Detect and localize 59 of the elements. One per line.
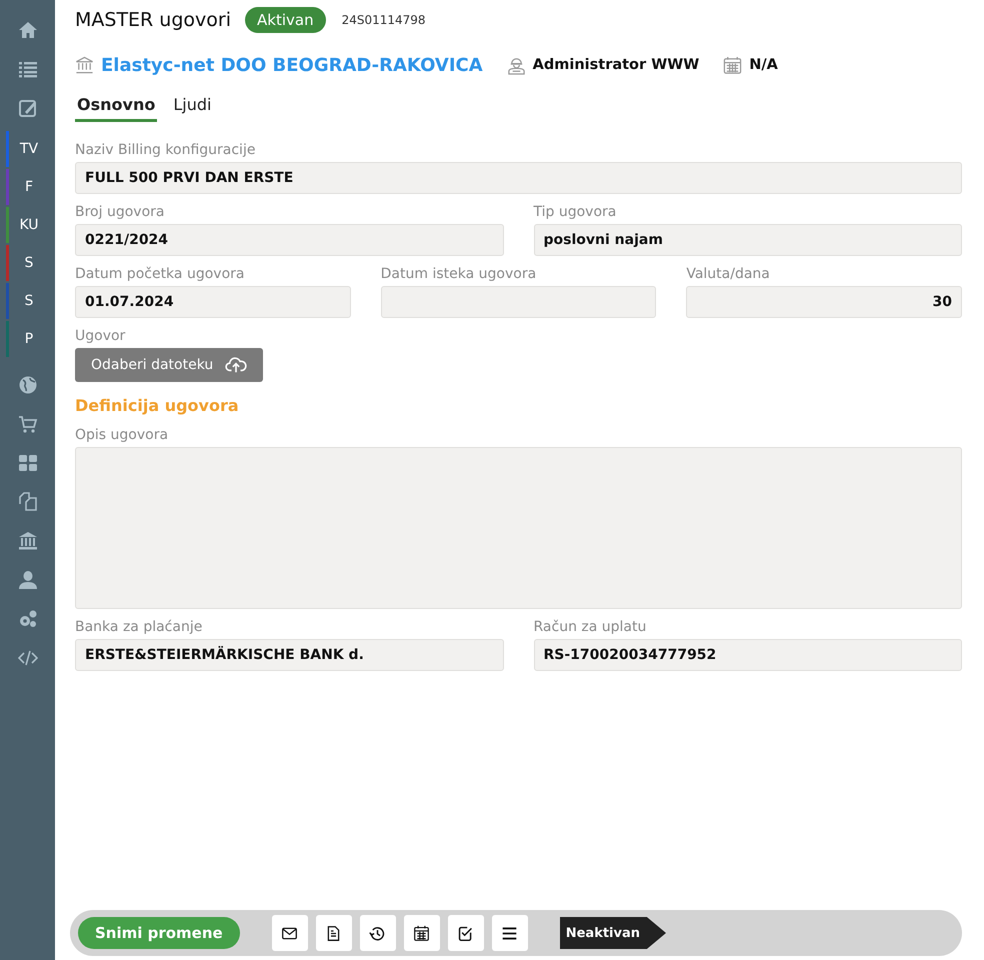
bank-icon[interactable] [18,531,38,551]
input-field[interactable]: 30 [686,286,962,318]
input-field[interactable]: RS-170020034777952 [534,639,962,671]
cloud-upload-icon [225,356,248,374]
contract-code: 24S01114798 [342,13,426,27]
sidebar-item[interactable]: S [9,293,49,309]
list-icon[interactable] [18,59,38,79]
calendar-icon [723,56,742,74]
tab[interactable]: Osnovno [75,90,158,122]
grid-icon[interactable] [18,453,38,473]
sidebar-item[interactable]: KU [9,217,49,233]
cart-icon[interactable] [18,414,38,434]
menu-icon [501,924,518,942]
field-label: Tip ugovora [534,204,618,220]
field-label: Datum početka ugovora [75,266,246,282]
page-title: MASTER ugovori [75,9,231,31]
input-field[interactable]: poslovni najam [534,224,962,256]
upload-button[interactable]: Odaberi datoteku [75,348,264,382]
globe-icon[interactable] [18,375,38,395]
field-label: Opis ugovora [75,427,170,443]
code-icon[interactable] [18,648,38,668]
status-badge: Aktivan [245,7,326,33]
home-icon[interactable] [18,20,38,40]
field-label: Naziv Billing konfiguracije [75,142,256,158]
toolbar-button[interactable] [448,915,484,951]
sidebar-item[interactable]: F [9,179,49,195]
status-tag: Neaktivan [560,917,666,949]
field-label: Ugovor [75,328,126,344]
bank-icon [75,56,94,74]
checkbox-icon [457,924,474,942]
edit-icon[interactable] [18,98,38,118]
input-field[interactable]: ERSTE&STEIERMÄRKISCHE BANK d. [75,639,504,671]
field-label: Datum isteka ugovora [380,266,538,282]
field-label: Valuta/dana [686,266,771,282]
toolbar-button[interactable] [316,915,352,951]
toolbar-button[interactable] [404,915,440,951]
input-field[interactable]: FULL 500 PRVI DAN ERSTE [75,162,962,194]
history-icon [369,924,386,942]
field-label: Račun za uplatu [534,619,648,635]
toolbar-button[interactable] [272,915,308,951]
toolbar-button[interactable] [492,915,528,951]
sidebar-item[interactable]: P [9,331,49,347]
field-label: Broj ugovora [75,204,166,220]
user-name: Administrator WWW [532,57,700,73]
sidebar-item[interactable]: S [9,255,49,271]
tab[interactable]: Ljudi [171,90,214,122]
date-value: N/A [749,57,778,73]
toolbar-button[interactable] [360,915,396,951]
input-field[interactable]: 01.07.2024 [75,286,351,318]
calendar-icon [413,924,430,942]
worker-icon [506,56,526,74]
gears-icon[interactable] [18,609,38,629]
input-field[interactable]: 0221/2024 [75,224,504,256]
user-icon[interactable] [18,570,38,590]
input-field[interactable] [380,286,656,318]
section-heading: Definicija ugovora [75,396,240,415]
field-label: Banka za plaćanje [75,619,204,635]
copy-icon[interactable] [18,492,38,512]
sidebar-item[interactable]: TV [9,141,49,157]
